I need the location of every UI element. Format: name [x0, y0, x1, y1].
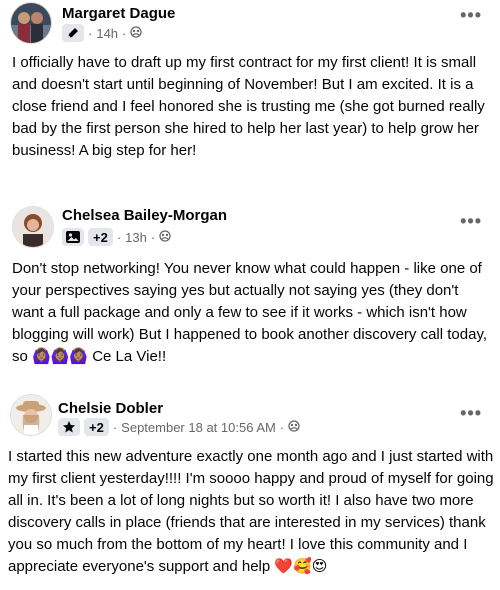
- avatar[interactable]: [10, 394, 52, 436]
- more-options-button[interactable]: •••: [460, 6, 482, 24]
- post-time[interactable]: 14h: [96, 26, 118, 41]
- more-options-button[interactable]: •••: [460, 404, 482, 422]
- group-icon: [288, 419, 300, 435]
- badge-count[interactable]: +2: [84, 418, 109, 436]
- post-time[interactable]: 13h: [125, 230, 147, 245]
- post-meta: +2 · 13h ·: [62, 228, 171, 246]
- post-text: Don't stop networking! You never know wh…: [12, 260, 487, 365]
- image-badge-icon[interactable]: [62, 228, 84, 246]
- avatar[interactable]: [12, 206, 54, 248]
- star-icon[interactable]: [58, 418, 80, 436]
- separator: ·: [88, 25, 93, 41]
- author-name[interactable]: Chelsea Bailey-Morgan: [62, 207, 227, 224]
- avatar[interactable]: [10, 2, 52, 44]
- author-name[interactable]: Chelsie Dobler: [58, 400, 163, 417]
- separator: ·: [116, 229, 122, 245]
- author-name[interactable]: Margaret Dague: [62, 5, 175, 22]
- post-meta: +2 · September 18 at 10:56 AM ·: [58, 418, 300, 436]
- separator: ·: [150, 229, 156, 245]
- pen-icon[interactable]: [62, 24, 84, 42]
- separator: ·: [112, 419, 118, 435]
- group-icon: [159, 229, 171, 245]
- post-time[interactable]: September 18 at 10:56 AM: [121, 420, 276, 435]
- separator: ·: [279, 419, 285, 435]
- post-text: I started this new adventure exactly one…: [8, 448, 494, 575]
- separator: ·: [122, 25, 127, 41]
- badge-count[interactable]: +2: [88, 228, 113, 246]
- group-icon: [130, 25, 143, 41]
- post-text: I officially have to draft up my first c…: [12, 54, 485, 159]
- more-options-button[interactable]: •••: [460, 212, 482, 230]
- post-meta: · 14h ·: [62, 24, 143, 42]
